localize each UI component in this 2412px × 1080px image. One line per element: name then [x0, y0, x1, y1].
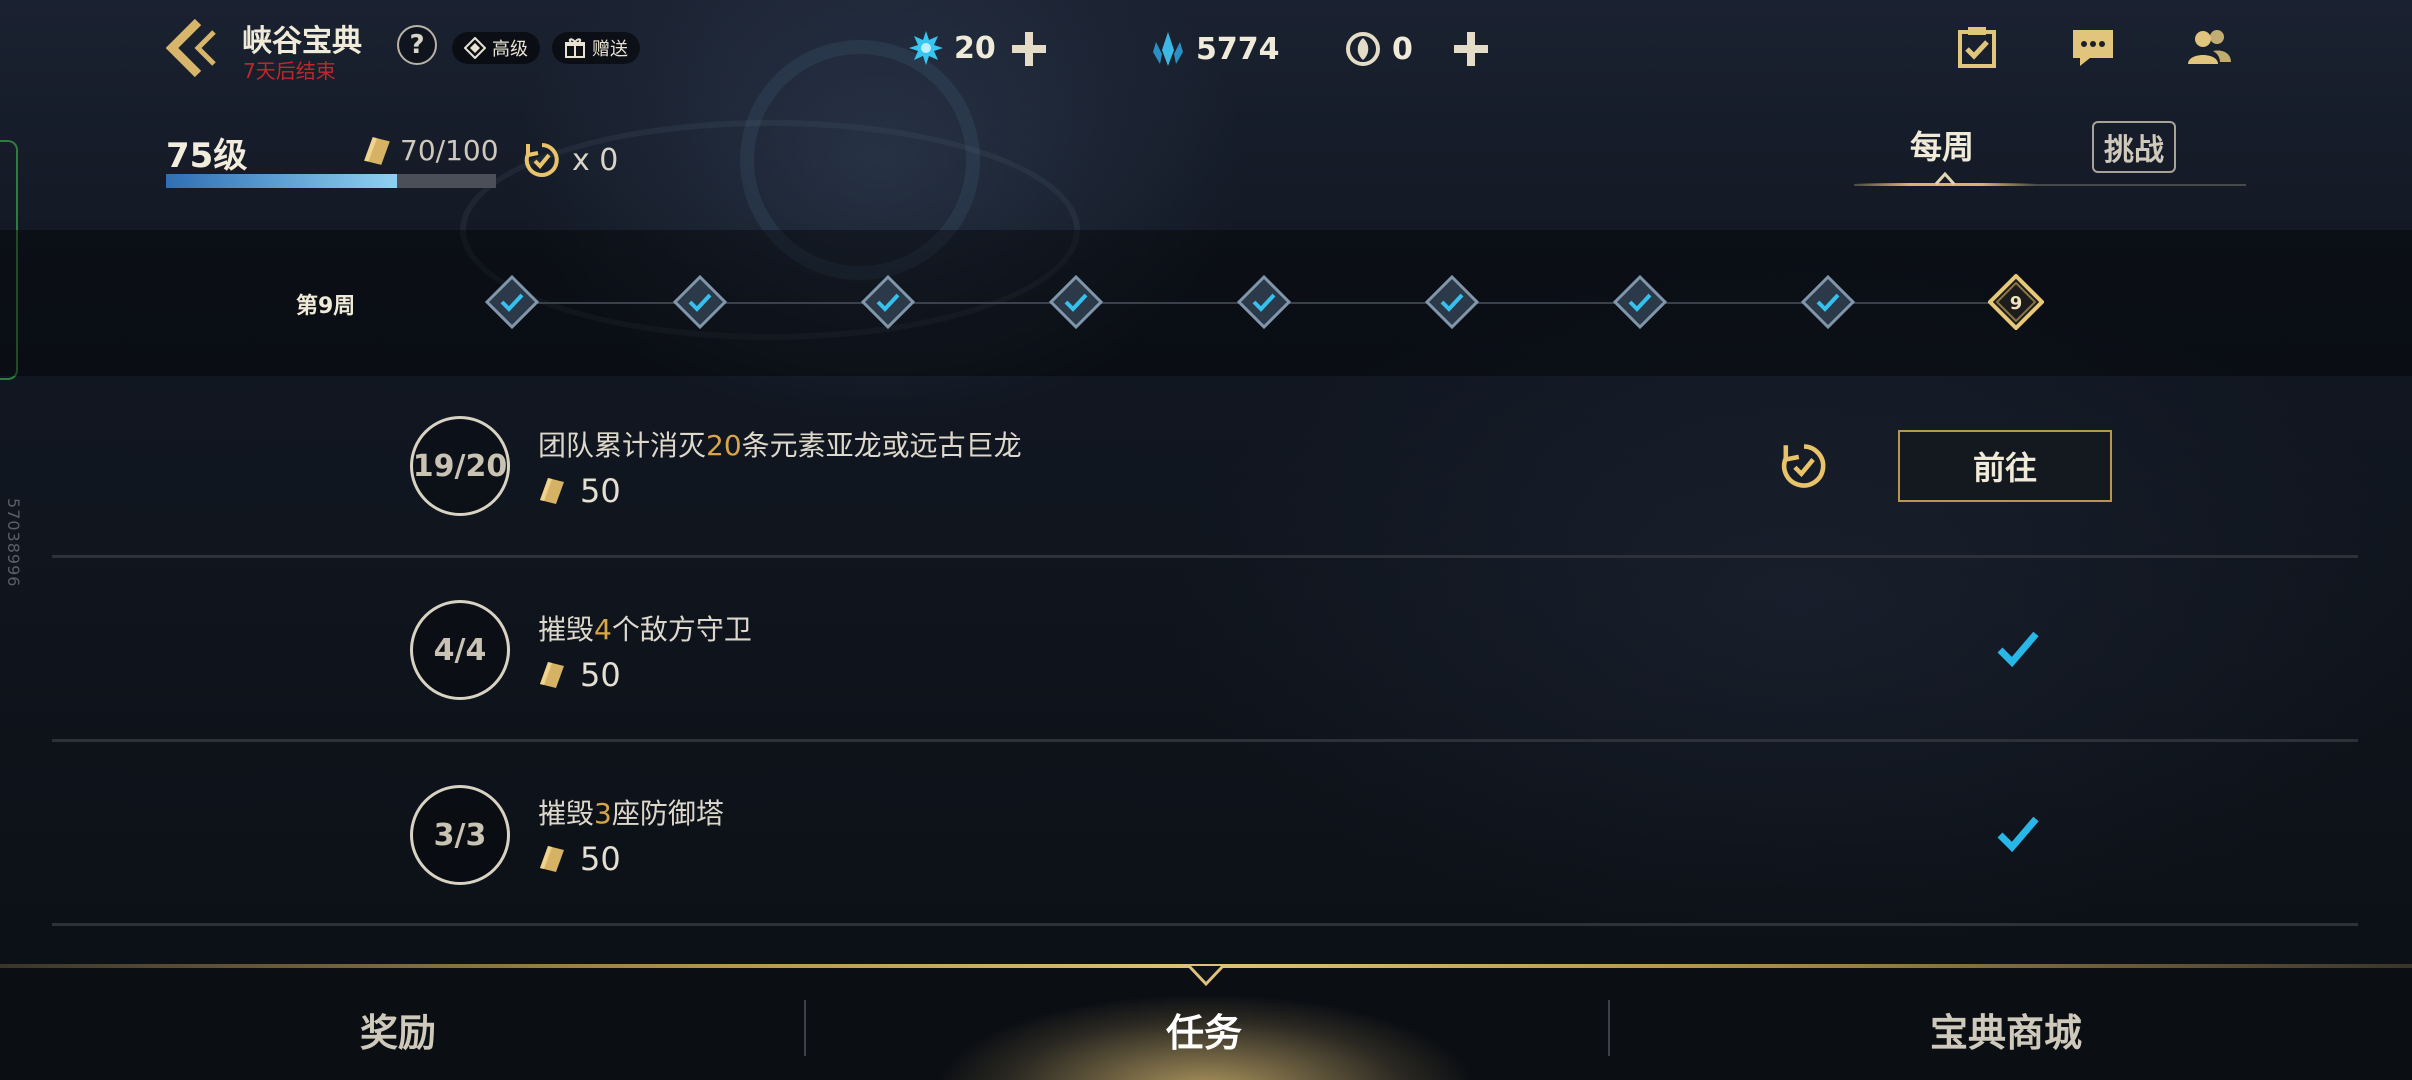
xp-progress-fill [166, 174, 397, 188]
crystal-icon [1153, 32, 1183, 66]
friends-icon[interactable] [2186, 24, 2232, 70]
gift-label: 赠送 [592, 39, 628, 60]
crystal-counter: 5774 [1150, 30, 1280, 68]
week-complete-marker[interactable] [484, 274, 540, 330]
chat-icon[interactable] [2070, 24, 2116, 70]
gift-button[interactable]: 赠送 [552, 32, 640, 64]
add-blue-essence-button[interactable] [1008, 28, 1050, 70]
task-progress-ring: 19/20 [410, 416, 510, 516]
task-progress-ring: 4/4 [410, 600, 510, 700]
week-complete-marker[interactable] [1800, 274, 1856, 330]
nav-missions[interactable]: 任务 [1166, 1002, 1242, 1057]
tab-weekly[interactable]: 每周 [1910, 122, 1974, 168]
task-title-count: 20 [706, 429, 742, 462]
reroll-icon [524, 143, 559, 177]
pass-ticket-icon [364, 136, 390, 165]
week-complete-marker[interactable] [1236, 274, 1292, 330]
side-id-text: 57038996 [4, 498, 23, 588]
week-complete-marker[interactable] [1048, 274, 1104, 330]
task-reward-value: 50 [580, 656, 621, 694]
nav-caret-icon [1187, 964, 1225, 987]
task-divider [52, 555, 2358, 558]
back-arrow-icon [165, 18, 216, 78]
blue-essence-value: 20 [954, 30, 996, 66]
task-title-prefix: 团队累计消灭 [538, 429, 707, 462]
week-complete-marker[interactable] [860, 274, 916, 330]
reroll-task-button[interactable] [1778, 440, 1830, 492]
pass-level: 75级 [166, 136, 248, 176]
end-countdown: 7天后结束 [243, 59, 336, 83]
nav-store[interactable]: 宝典商城 [1930, 1002, 2082, 1057]
reroll-value: x 0 [572, 142, 619, 178]
checklist-icon[interactable] [1954, 24, 2000, 70]
token-counter: 0 [1344, 30, 1413, 68]
tab-challenge[interactable]: 挑战 [2092, 121, 2176, 173]
task-divider [52, 739, 2358, 742]
week-complete-marker[interactable] [1424, 274, 1480, 330]
xp-value: 70/100 [400, 134, 499, 167]
token-icon [1346, 32, 1380, 66]
task-title-count: 4 [594, 613, 612, 646]
nav-divider [1608, 1000, 1610, 1056]
week-complete-marker[interactable] [1612, 274, 1668, 330]
task-divider [52, 923, 2358, 926]
task-title-prefix: 摧毁 [538, 613, 595, 646]
task-reward-value: 50 [580, 840, 621, 878]
task-title-prefix: 摧毁 [538, 797, 595, 830]
nav-rewards[interactable]: 奖励 [360, 1002, 436, 1057]
goto-button[interactable]: 前往 [1898, 430, 2112, 502]
week-current-marker[interactable]: 9 [1988, 274, 2044, 330]
task-complete-check-icon [1997, 631, 2039, 668]
task-reward: 50 [538, 840, 621, 878]
xp-progress-bar [166, 174, 496, 188]
premium-label: 高级 [492, 39, 528, 60]
task-complete-check-icon [1997, 816, 2039, 853]
task-title: 摧毁4个敌方守卫 [538, 608, 752, 648]
task-title-suffix: 座防御塔 [611, 797, 724, 830]
premium-diamond-icon [464, 37, 486, 59]
tab-caret-icon [1934, 171, 1956, 185]
task-progress-ring: 3/3 [410, 785, 510, 885]
svg-text:9: 9 [2010, 293, 2023, 314]
reroll-counter: x 0 [522, 140, 618, 180]
week-label: 第9周 [296, 294, 356, 319]
blue-essence-counter: 20 [908, 30, 996, 66]
pass-ticket-icon [540, 662, 564, 688]
xp-counter: 70/100 [362, 134, 499, 167]
back-button[interactable] [164, 18, 220, 78]
gift-icon [565, 38, 585, 58]
pass-ticket-icon [540, 478, 564, 504]
premium-button[interactable]: 高级 [452, 32, 540, 64]
crystal-value: 5774 [1196, 31, 1280, 67]
week-complete-marker[interactable] [672, 274, 728, 330]
token-value: 0 [1392, 31, 1413, 67]
nav-divider [804, 1000, 806, 1056]
page-title: 峡谷宝典 [242, 24, 362, 59]
task-title-suffix: 个敌方守卫 [611, 613, 752, 646]
add-token-button[interactable] [1450, 28, 1492, 70]
task-title-suffix: 条元素亚龙或远古巨龙 [741, 429, 1022, 462]
help-button[interactable]: ? [397, 25, 437, 65]
task-title: 摧毁3座防御塔 [538, 792, 724, 832]
task-title: 团队累计消灭20条元素亚龙或远古巨龙 [538, 424, 1022, 464]
pass-ticket-icon [540, 846, 564, 872]
blue-essence-icon [909, 31, 943, 65]
task-title-count: 3 [594, 797, 612, 830]
task-reward: 50 [538, 656, 621, 694]
task-reward-value: 50 [580, 472, 621, 510]
task-reward: 50 [538, 472, 621, 510]
